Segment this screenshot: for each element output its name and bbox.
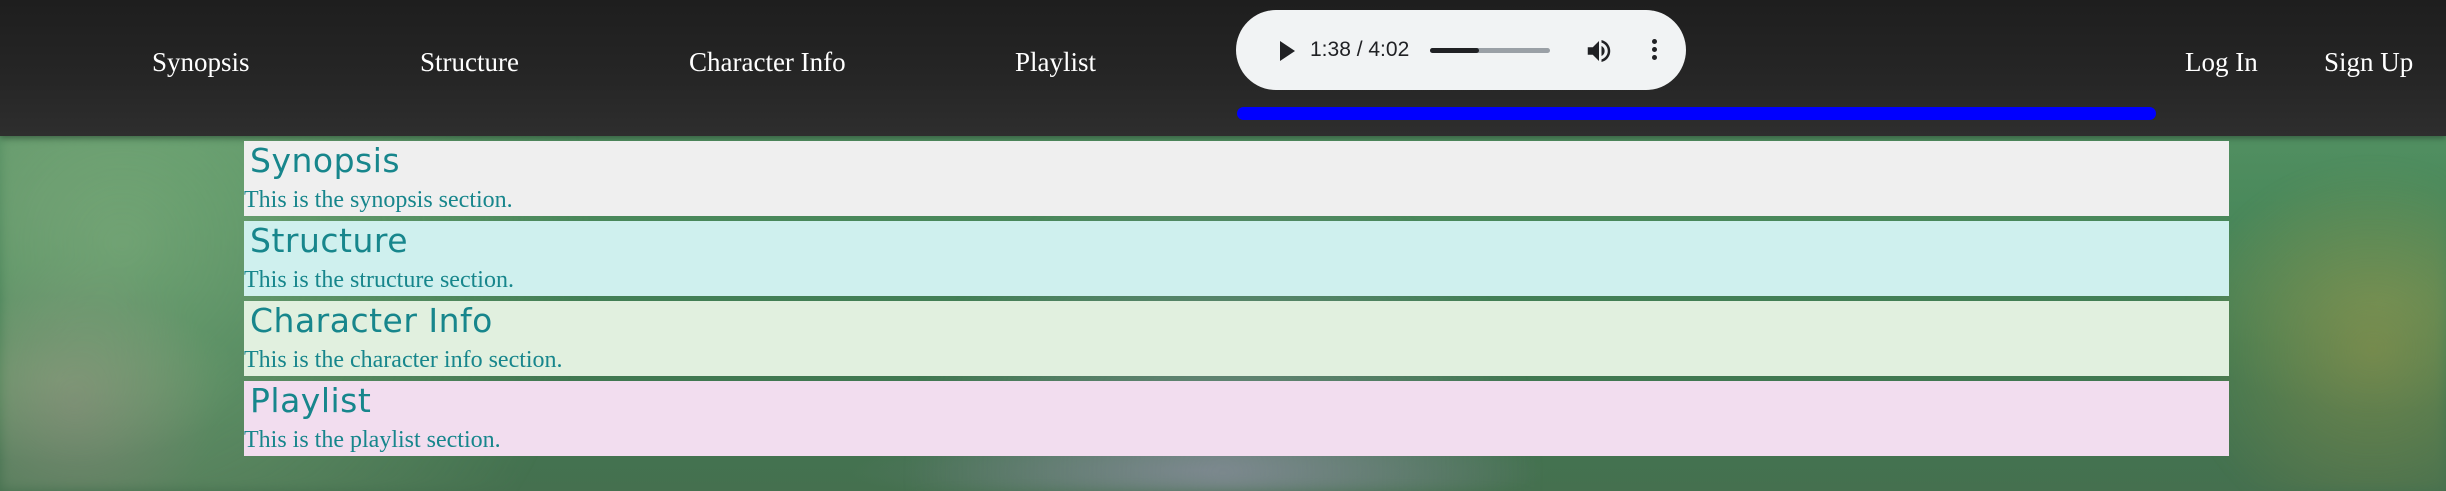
login-link[interactable]: Log In <box>2185 47 2258 78</box>
section-playlist: Playlist This is the playlist section. <box>244 381 2229 456</box>
signup-link[interactable]: Sign Up <box>2324 47 2413 78</box>
section-text: This is the structure section. <box>244 267 514 293</box>
audio-time: 1:38 / 4:02 <box>1310 38 1410 61</box>
audio-player: 1:38 / 4:02 <box>1236 10 1686 90</box>
section-text: This is the character info section. <box>244 347 563 373</box>
volume-icon[interactable] <box>1584 36 1614 66</box>
nav-link-structure[interactable]: Structure <box>420 47 519 78</box>
section-structure: Structure This is the structure section. <box>244 221 2229 296</box>
audio-seek-fill <box>1430 48 1479 53</box>
audio-seek-bar[interactable] <box>1430 48 1550 53</box>
custom-progress-bar <box>1237 107 2156 120</box>
section-title: Structure <box>250 221 409 260</box>
section-text: This is the playlist section. <box>244 427 501 453</box>
section-title: Synopsis <box>250 141 401 180</box>
play-icon[interactable] <box>1272 36 1302 66</box>
more-vert-icon[interactable] <box>1644 36 1664 66</box>
section-text: This is the synopsis section. <box>244 187 513 213</box>
nav-link-synopsis[interactable]: Synopsis <box>152 47 250 78</box>
section-title: Playlist <box>250 381 372 420</box>
section-synopsis: Synopsis This is the synopsis section. <box>244 141 2229 216</box>
section-title: Character Info <box>250 301 493 340</box>
nav-link-character-info[interactable]: Character Info <box>689 47 846 78</box>
section-character-info: Character Info This is the character inf… <box>244 301 2229 376</box>
nav-link-playlist[interactable]: Playlist <box>1015 47 1096 78</box>
